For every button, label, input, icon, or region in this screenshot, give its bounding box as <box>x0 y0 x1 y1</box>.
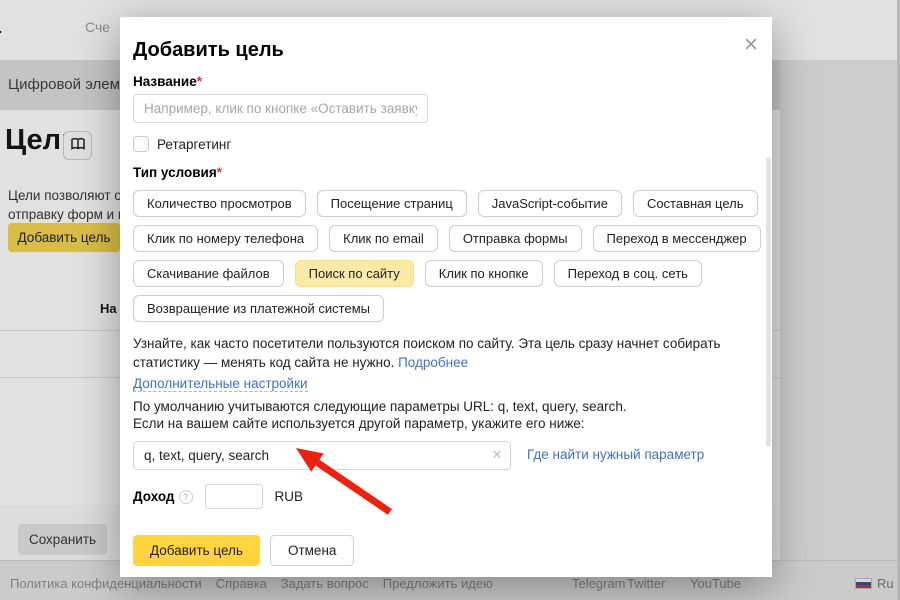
add-goal-submit-button[interactable]: Добавить цель <box>133 535 260 566</box>
chip-phone-click[interactable]: Клик по номеру телефона <box>133 225 318 252</box>
find-param-link[interactable]: Где найти нужный параметр <box>527 447 704 462</box>
condition-type-chips: Количество просмотров Посещение страниц … <box>133 190 761 322</box>
learn-more-link[interactable]: Подробнее <box>398 355 468 370</box>
modal-buttons: Добавить цель Отмена <box>133 535 354 566</box>
currency-label: RUB <box>275 489 304 504</box>
chip-file-download[interactable]: Скачивание файлов <box>133 260 284 287</box>
chip-form-submit[interactable]: Отправка формы <box>449 225 582 252</box>
question-circle-icon[interactable]: ? <box>179 490 193 504</box>
modal-title: Добавить цель <box>133 39 284 62</box>
retargeting-checkbox[interactable] <box>133 136 149 152</box>
chip-row: Количество просмотров Посещение страниц … <box>133 190 761 217</box>
goal-name-input[interactable] <box>133 94 428 123</box>
name-label: Название* <box>133 74 202 89</box>
chip-messenger[interactable]: Переход в мессенджер <box>593 225 761 252</box>
advanced-settings-link[interactable]: Дополнительные настройки <box>133 376 308 392</box>
add-goal-modal: Добавить цель ✕ Название* Ретаргетинг Ти… <box>120 17 772 577</box>
chip-social-network[interactable]: Переход в соц. сеть <box>554 260 702 287</box>
modal-scrollbar-thumb[interactable] <box>766 157 771 447</box>
clear-icon[interactable]: ✕ <box>489 447 505 463</box>
param-input-wrap: ✕ <box>133 441 511 470</box>
required-asterisk: * <box>197 74 202 89</box>
url-params-note: По умолчанию учитываются следующие парам… <box>133 398 627 432</box>
close-icon[interactable]: ✕ <box>736 30 766 60</box>
chip-js-event[interactable]: JavaScript-событие <box>478 190 622 217</box>
retargeting-label: Ретаргетинг <box>157 137 231 152</box>
revenue-row: Доход ? RUB <box>133 484 303 509</box>
chip-page-visits[interactable]: Посещение страниц <box>317 190 467 217</box>
chip-row: Возвращение из платежной системы <box>133 295 761 322</box>
chip-row: Клик по номеру телефона Клик по email От… <box>133 225 761 252</box>
cancel-button[interactable]: Отмена <box>270 535 354 566</box>
screen: a Сче Цифровой элеме Цели Цели позволяют… <box>0 0 900 600</box>
condition-type-label: Тип условия* <box>133 165 222 180</box>
search-param-input[interactable] <box>133 441 511 470</box>
revenue-label: Доход <box>133 489 175 504</box>
chip-row: Скачивание файлов Поиск по сайту Клик по… <box>133 260 761 287</box>
retargeting-checkbox-row[interactable]: Ретаргетинг <box>133 136 231 152</box>
revenue-input[interactable] <box>205 484 263 509</box>
chip-button-click[interactable]: Клик по кнопке <box>425 260 543 287</box>
required-asterisk: * <box>217 165 222 180</box>
chip-composite-goal[interactable]: Составная цель <box>633 190 758 217</box>
chip-pageviews[interactable]: Количество просмотров <box>133 190 306 217</box>
chip-site-search-selected[interactable]: Поиск по сайту <box>295 260 414 287</box>
chip-payment-return[interactable]: Возвращение из платежной системы <box>133 295 384 322</box>
chip-email-click[interactable]: Клик по email <box>329 225 438 252</box>
site-search-info: Узнайте, как часто посетители пользуются… <box>133 334 755 372</box>
